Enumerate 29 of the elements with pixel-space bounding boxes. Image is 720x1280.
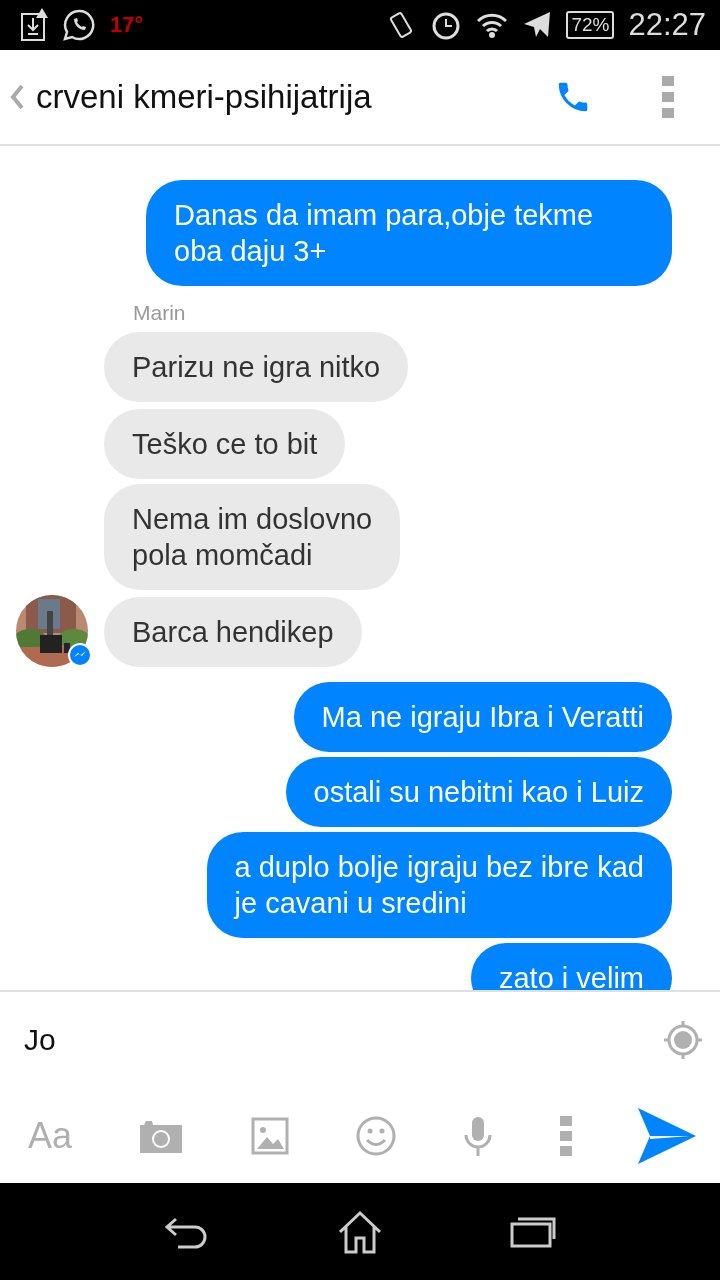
image-icon[interactable] bbox=[250, 1116, 289, 1155]
more-options-icon[interactable] bbox=[662, 76, 674, 118]
temperature: 17° bbox=[110, 12, 144, 38]
home-icon[interactable] bbox=[337, 1209, 383, 1254]
chat-icon bbox=[62, 8, 96, 42]
wifi-icon bbox=[476, 11, 509, 39]
sent-message: Danas da imam para,obje tekme oba daju 3+ bbox=[146, 180, 672, 286]
battery-level: 72% bbox=[566, 11, 615, 39]
sender-name: Marin bbox=[133, 301, 187, 325]
camera-icon[interactable] bbox=[138, 1118, 185, 1153]
sent-message: a duplo bolje igraju bez ibre kad je cavani u sredini bbox=[206, 832, 672, 938]
more-options-icon[interactable] bbox=[559, 1115, 572, 1156]
download-icon bbox=[20, 8, 48, 42]
received-message: Barca hendikep bbox=[104, 597, 362, 667]
conversation-title: crveni kmeri-psihijatrija bbox=[36, 78, 373, 116]
received-message: Nema im doslovno pola momčadi bbox=[104, 484, 401, 590]
microphone-icon[interactable] bbox=[463, 1114, 494, 1157]
clock: 22:27 bbox=[628, 7, 706, 43]
message-input-field[interactable]: Jo bbox=[24, 1023, 662, 1057]
sent-message: zato i velim bbox=[470, 943, 672, 990]
received-message: Teško ce to bit bbox=[104, 409, 346, 479]
received-message: Parizu ne igra nitko bbox=[104, 332, 409, 402]
sent-message: ostali su nebitni kao i Luiz bbox=[285, 757, 672, 827]
location-icon[interactable] bbox=[662, 1019, 704, 1061]
messenger-badge-icon bbox=[68, 643, 92, 667]
emoji-icon[interactable] bbox=[355, 1114, 397, 1157]
send-icon[interactable] bbox=[637, 1107, 696, 1164]
sent-message: Ma ne igraju Ibra i Veratti bbox=[293, 682, 672, 752]
recent-apps-icon[interactable] bbox=[510, 1215, 557, 1248]
